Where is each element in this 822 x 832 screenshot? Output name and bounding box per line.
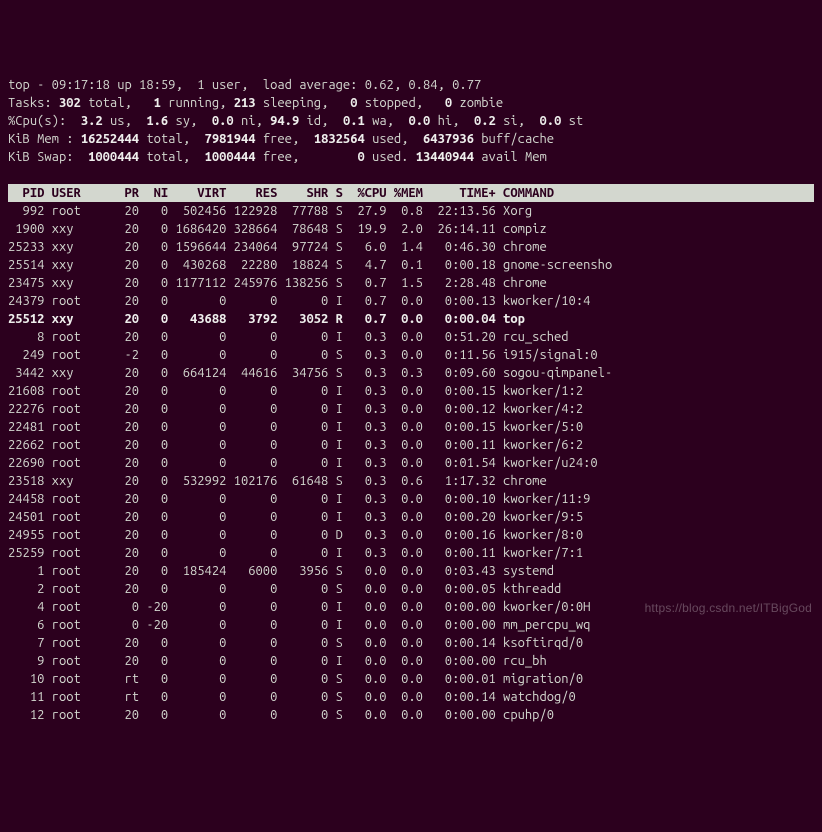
watermark-text: https://blog.csdn.net/ITBigGod: [645, 599, 812, 617]
process-row: 24379 root 20 0 0 0 0 I 0.7 0.0 0:00.13 …: [8, 292, 814, 310]
process-row: 9 root 20 0 0 0 0 I 0.0 0.0 0:00.00 rcu_…: [8, 652, 814, 670]
process-row: 25259 root 20 0 0 0 0 I 0.3 0.0 0:00.11 …: [8, 544, 814, 562]
process-row: 25512 xxy 20 0 43688 3792 3052 R 0.7 0.0…: [8, 310, 814, 328]
process-row: 10 root rt 0 0 0 0 S 0.0 0.0 0:00.01 mig…: [8, 670, 814, 688]
process-row: 249 root -2 0 0 0 0 S 0.3 0.0 0:11.56 i9…: [8, 346, 814, 364]
process-row: 25514 xxy 20 0 430268 22280 18824 S 4.7 …: [8, 256, 814, 274]
process-row: 25233 xxy 20 0 1596644 234064 97724 S 6.…: [8, 238, 814, 256]
summary-line-1: top - 09:17:18 up 18:59, 1 user, load av…: [8, 76, 814, 94]
summary-line-swap: KiB Swap: 1000444 total, 1000444 free, 0…: [8, 148, 814, 166]
process-table-header: PID USER PR NI VIRT RES SHR S %CPU %MEM …: [8, 184, 814, 202]
process-row: 22276 root 20 0 0 0 0 I 0.3 0.0 0:00.12 …: [8, 400, 814, 418]
process-row: 23475 xxy 20 0 1177112 245976 138256 S 0…: [8, 274, 814, 292]
process-row: 21608 root 20 0 0 0 0 I 0.3 0.0 0:00.15 …: [8, 382, 814, 400]
process-row: 24501 root 20 0 0 0 0 I 0.3 0.0 0:00.20 …: [8, 508, 814, 526]
process-row: 6 root 0 -20 0 0 0 I 0.0 0.0 0:00.00 mm_…: [8, 616, 814, 634]
process-row: 7 root 20 0 0 0 0 S 0.0 0.0 0:00.14 ksof…: [8, 634, 814, 652]
summary-line-mem: KiB Mem : 16252444 total, 7981944 free, …: [8, 130, 814, 148]
process-row: 24458 root 20 0 0 0 0 I 0.3 0.0 0:00.10 …: [8, 490, 814, 508]
process-row: 22690 root 20 0 0 0 0 I 0.3 0.0 0:01.54 …: [8, 454, 814, 472]
process-row: 23518 xxy 20 0 532992 102176 61648 S 0.3…: [8, 472, 814, 490]
terminal-output[interactable]: top - 09:17:18 up 18:59, 1 user, load av…: [8, 76, 814, 724]
process-row: 8 root 20 0 0 0 0 I 0.3 0.0 0:51.20 rcu_…: [8, 328, 814, 346]
process-row: 24955 root 20 0 0 0 0 D 0.3 0.0 0:00.16 …: [8, 526, 814, 544]
process-row: 1 root 20 0 185424 6000 3956 S 0.0 0.0 0…: [8, 562, 814, 580]
process-row: 992 root 20 0 502456 122928 77788 S 27.9…: [8, 202, 814, 220]
process-row: 3442 xxy 20 0 664124 44616 34756 S 0.3 0…: [8, 364, 814, 382]
summary-line-cpu: %Cpu(s): 3.2 us, 1.6 sy, 0.0 ni, 94.9 id…: [8, 112, 814, 130]
summary-line-tasks: Tasks: 302 total, 1 running, 213 sleepin…: [8, 94, 814, 112]
process-row: 1900 xxy 20 0 1686420 328664 78648 S 19.…: [8, 220, 814, 238]
process-row: 22481 root 20 0 0 0 0 I 0.3 0.0 0:00.15 …: [8, 418, 814, 436]
process-row: 12 root 20 0 0 0 0 S 0.0 0.0 0:00.00 cpu…: [8, 706, 814, 724]
process-row: 2 root 20 0 0 0 0 S 0.0 0.0 0:00.05 kthr…: [8, 580, 814, 598]
process-row: 11 root rt 0 0 0 0 S 0.0 0.0 0:00.14 wat…: [8, 688, 814, 706]
process-row: 22662 root 20 0 0 0 0 I 0.3 0.0 0:00.11 …: [8, 436, 814, 454]
